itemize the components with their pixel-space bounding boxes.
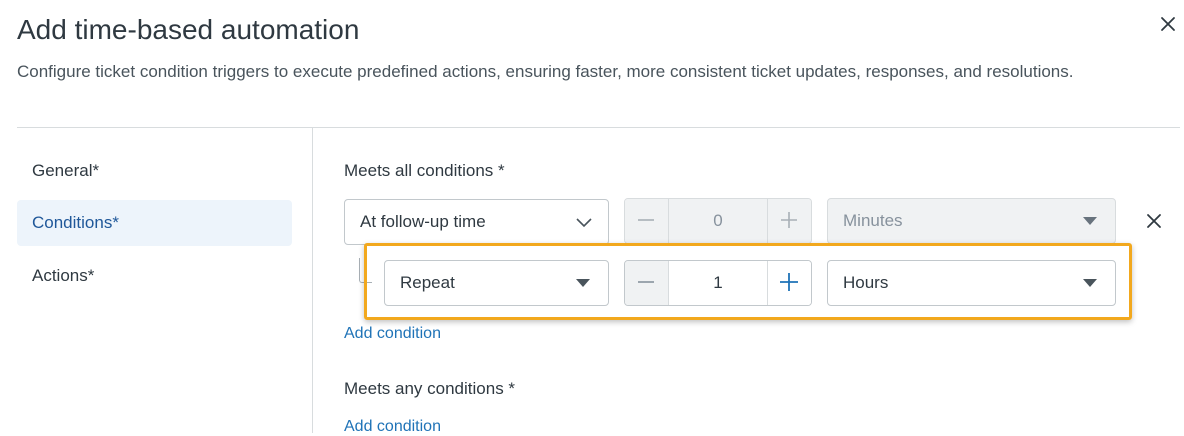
condition-field-value: At follow-up time: [360, 212, 486, 231]
minus-icon: [638, 219, 654, 221]
remove-condition-icon[interactable]: [1145, 212, 1163, 230]
nav-item-actions[interactable]: Actions*: [17, 253, 292, 299]
close-icon[interactable]: [1158, 14, 1178, 34]
add-condition-all-link[interactable]: Add condition: [344, 325, 441, 343]
nav-item-general[interactable]: General*: [17, 148, 292, 194]
header-divider: [17, 127, 1180, 128]
meets-any-conditions-title: Meets any conditions *: [344, 379, 516, 398]
sidebar-divider: [312, 128, 313, 433]
plus-icon: [781, 212, 797, 228]
caret-down-icon: [1083, 217, 1097, 225]
nav-item-conditions[interactable]: Conditions*: [17, 200, 292, 246]
dialog-title: Add time-based automation: [17, 14, 360, 45]
time-unit-value: Minutes: [843, 211, 903, 230]
time-stepper-value: 0: [669, 199, 767, 243]
time-stepper-disabled: 0: [624, 198, 812, 244]
highlight-annotation: [364, 243, 1132, 320]
add-condition-any-link[interactable]: Add condition: [344, 418, 441, 436]
condition-field-select[interactable]: At follow-up time: [344, 199, 609, 245]
decrement-button: [625, 199, 669, 243]
dialog-description: Configure ticket condition triggers to e…: [17, 62, 1074, 81]
time-unit-select-disabled: Minutes: [827, 198, 1116, 244]
chevron-down-icon: [576, 218, 592, 228]
increment-button: [767, 199, 811, 243]
meets-all-conditions-title: Meets all conditions *: [344, 161, 505, 180]
